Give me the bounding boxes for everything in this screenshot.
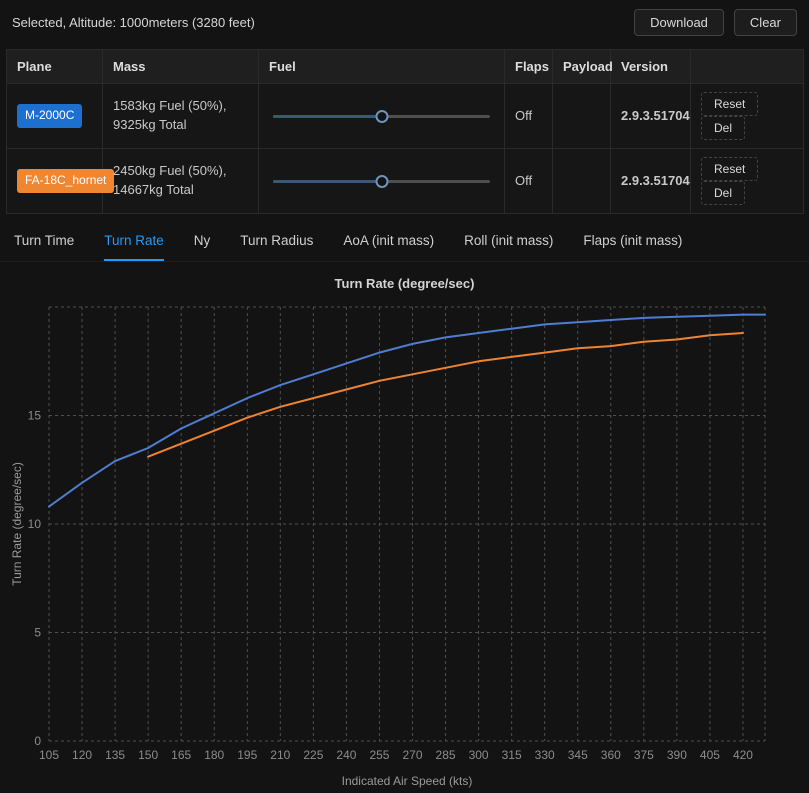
svg-text:255: 255 (369, 748, 389, 762)
chart-section: Turn Rate (degree/sec) 105 120 135 150 165 18… (0, 262, 809, 793)
tab-turn-rate[interactable]: Turn Rate (104, 222, 164, 261)
svg-text:300: 300 (469, 748, 489, 762)
fuel-cell (258, 83, 505, 149)
topbar: Selected, Altitude: 1000meters (3280 fee… (0, 0, 809, 45)
svg-text:5: 5 (34, 626, 41, 640)
fuel-slider-handle[interactable] (375, 110, 388, 123)
svg-text:375: 375 (634, 748, 654, 762)
svg-text:135: 135 (105, 748, 125, 762)
svg-text:195: 195 (237, 748, 257, 762)
svg-text:330: 330 (535, 748, 555, 762)
reset-button[interactable]: Reset (701, 157, 759, 181)
chart-tabs: Turn Time Turn Rate Ny Turn Radius AoA (… (0, 222, 809, 262)
svg-text:345: 345 (568, 748, 588, 762)
mass-cell: 2450kg Fuel (50%), 14667kg Total (102, 148, 259, 214)
svg-text:405: 405 (700, 748, 720, 762)
svg-text:15: 15 (28, 409, 42, 423)
reset-button[interactable]: Reset (701, 92, 759, 116)
svg-text:390: 390 (667, 748, 687, 762)
plane-cell: M-2000C (6, 83, 103, 149)
plane-badge[interactable]: FA-18C_hornet (17, 169, 115, 193)
header-payload: Payload (552, 49, 613, 84)
selected-altitude-text: Selected, Altitude: 1000meters (3280 fee… (12, 15, 255, 30)
svg-text:180: 180 (204, 748, 224, 762)
svg-text:Turn Rate (degree/sec): Turn Rate (degree/sec) (10, 462, 24, 586)
fuel-cell (258, 148, 505, 214)
payload-cell (552, 148, 611, 214)
flaps-cell: Off (504, 148, 553, 214)
svg-text:225: 225 (303, 748, 323, 762)
download-button[interactable]: Download (634, 9, 724, 36)
fuel-slider[interactable] (273, 174, 490, 188)
topbar-actions: Download Clear (634, 9, 797, 36)
header-flaps: Flaps (504, 49, 553, 84)
header-actions (690, 49, 804, 84)
tab-roll-init-mass[interactable]: Roll (init mass) (464, 222, 553, 261)
fuel-slider-track (273, 115, 382, 118)
chart-title: Turn Rate (degree/sec) (334, 276, 475, 291)
svg-text:165: 165 (171, 748, 191, 762)
mass-cell: 1583kg Fuel (50%), 9325kg Total (102, 83, 259, 149)
tab-ny[interactable]: Ny (194, 222, 211, 261)
version-cell: 2.9.3.51704 (610, 148, 691, 214)
svg-text:210: 210 (270, 748, 290, 762)
tab-turn-radius[interactable]: Turn Radius (240, 222, 313, 261)
svg-text:360: 360 (601, 748, 621, 762)
actions-cell: Reset Del (690, 83, 804, 149)
planes-table: Plane Mass Fuel Flaps Payload Version M-… (6, 49, 804, 214)
svg-text:120: 120 (72, 748, 92, 762)
svg-text:240: 240 (336, 748, 356, 762)
version-cell: 2.9.3.51704 (610, 83, 691, 149)
del-button[interactable]: Del (701, 116, 746, 140)
header-mass: Mass (102, 49, 259, 84)
flaps-cell: Off (504, 83, 553, 149)
svg-text:Indicated Air Speed (kts): Indicated Air Speed (kts) (342, 774, 473, 788)
svg-text:420: 420 (733, 748, 753, 762)
plane-cell: FA-18C_hornet (6, 148, 115, 214)
tab-flaps-init-mass[interactable]: Flaps (init mass) (583, 222, 682, 261)
clear-button[interactable]: Clear (733, 9, 797, 36)
turn-rate-chart: 105 120 135 150 165 180 195 210 225 240 255 270 285 3… (10, 306, 766, 788)
plane-badge[interactable]: M-2000C (17, 104, 83, 128)
tab-aoa-init-mass[interactable]: AoA (init mass) (343, 222, 434, 261)
header-version: Version (610, 49, 691, 84)
del-button[interactable]: Del (701, 181, 746, 205)
actions-cell: Reset Del (690, 148, 804, 214)
svg-text:315: 315 (502, 748, 522, 762)
svg-text:150: 150 (138, 748, 158, 762)
fuel-slider-handle[interactable] (375, 175, 388, 188)
table-row: M-2000C 1583kg Fuel (50%), 9325kg Total … (6, 83, 804, 149)
fuel-slider-track (273, 180, 382, 183)
svg-text:105: 105 (39, 748, 59, 762)
payload-cell (552, 83, 611, 149)
svg-text:285: 285 (436, 748, 456, 762)
svg-text:10: 10 (28, 517, 42, 531)
header-fuel: Fuel (258, 49, 505, 84)
table-header-row: Plane Mass Fuel Flaps Payload Version (6, 49, 804, 84)
svg-text:0: 0 (34, 734, 41, 748)
fuel-slider[interactable] (273, 109, 490, 123)
tab-turn-time[interactable]: Turn Time (14, 222, 74, 261)
svg-text:270: 270 (402, 748, 422, 762)
header-plane: Plane (6, 49, 103, 84)
table-row: FA-18C_hornet 2450kg Fuel (50%), 14667kg… (6, 148, 804, 214)
